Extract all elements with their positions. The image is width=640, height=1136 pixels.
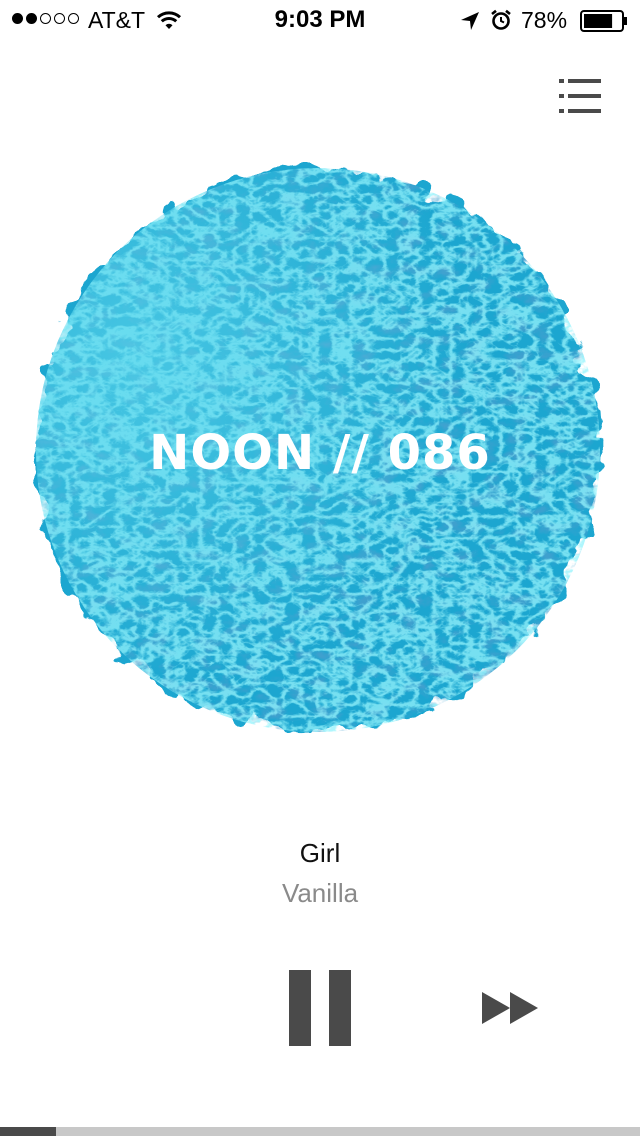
pause-bar-right (329, 970, 351, 1046)
show-title: NOON // 086 (149, 425, 491, 481)
track-title: Girl (299, 838, 341, 868)
playlist-menu-button[interactable] (556, 76, 604, 116)
fast-forward-icon (482, 992, 538, 1024)
pause-bar-left (289, 970, 311, 1046)
pause-button[interactable] (284, 966, 356, 1050)
battery-percentage: 78% (521, 7, 568, 33)
location-arrow-icon (460, 10, 480, 37)
skip-forward-button[interactable] (476, 986, 544, 1030)
playback-progress-fill (0, 1127, 56, 1136)
track-artist: Vanilla (281, 878, 359, 908)
status-bar: AT&T 9:03 PM 78% (0, 0, 640, 40)
alarm-clock-icon (490, 9, 512, 37)
list-menu-icon (559, 79, 601, 113)
playback-progress-bar[interactable] (0, 1127, 640, 1136)
battery-icon (580, 10, 628, 32)
